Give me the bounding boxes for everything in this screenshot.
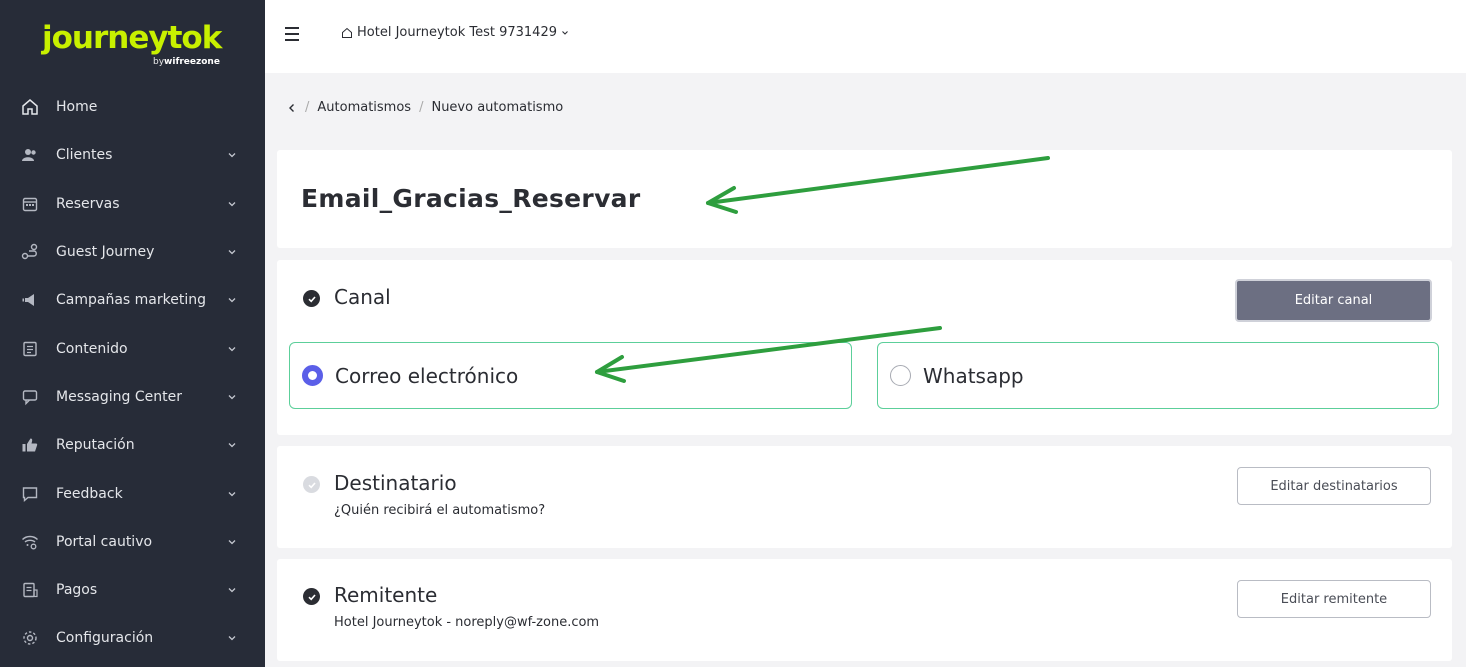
sidebar-item-contenido[interactable]: Contenido [0,324,265,372]
sidebar-item-label: Reservas [56,195,120,212]
sidebar-item-feedback[interactable]: Feedback [0,469,265,517]
sidebar-item-pagos[interactable]: Pagos [0,566,265,614]
automation-name-card: Email_Gracias_Reservar [277,150,1452,248]
breadcrumb-automatismos[interactable]: Automatismos [317,100,411,115]
sidebar-item-campanas-marketing[interactable]: Campañas marketing [0,276,265,324]
logo-byline: bywifreezone [153,57,220,67]
remitente-title: Remitente [334,583,438,607]
route-icon [21,243,39,261]
megaphone-icon [21,291,39,309]
chevron-down-icon [228,588,236,593]
sidebar-item-label: Clientes [56,147,113,164]
chevron-down-icon [228,346,236,352]
sidebar-item-messaging-center[interactable]: Messaging Center [0,373,265,421]
sidebar-item-label: Reputación [56,437,135,454]
chat-icon [21,388,39,406]
chevron-down-icon [228,250,236,255]
sidebar-item-home[interactable]: Home [0,83,265,131]
chevron-down-icon [228,153,236,158]
canal-card: Canal Editar canal Correo electrónico Wh… [277,260,1452,435]
channel-option-email[interactable]: Correo electrónico [289,342,852,409]
chevron-down-icon [228,394,236,400]
wifi-gear-icon [21,533,39,551]
destinatario-title: Destinatario [334,471,457,495]
topbar: Hotel Journeytok Test 9731429 [265,0,1466,73]
channel-option-label: Correo electrónico [335,363,519,388]
channel-option-whatsapp[interactable]: Whatsapp [877,342,1439,409]
hotel-selector[interactable]: Hotel Journeytok Test 9731429 [341,25,574,40]
remitente-subtitle: Hotel Journeytok - noreply@wf-zone.com [334,615,600,630]
chevron-down-icon [562,30,568,35]
sidebar-nav: Home Clientes Reservas Guest Journey Cam… [0,83,265,663]
breadcrumb: / Automatismos / Nuevo automatismo [287,100,563,115]
chevron-down-icon [228,636,236,641]
sidebar-item-label: Messaging Center [56,388,182,405]
comment-icon [21,485,39,503]
sidebar-item-clientes[interactable]: Clientes [0,131,265,179]
canal-title: Canal [334,285,391,309]
sidebar-item-configuracion[interactable]: Configuración [0,614,265,662]
hotel-name: Hotel Journeytok Test 9731429 [357,25,557,40]
sidebar-item-label: Campañas marketing [56,292,206,309]
chevron-left-icon[interactable] [287,102,297,114]
chevron-down-icon [228,443,236,448]
edit-destinatarios-button[interactable]: Editar destinatarios [1237,467,1431,505]
chevron-down-icon [228,298,236,303]
logo-text: journeytok [42,20,222,56]
destinatario-card: Destinatario ¿Quién recibirá el automati… [277,446,1452,548]
sidebar-item-portal-cautivo[interactable]: Portal cautivo [0,518,265,566]
sidebar-item-label: Portal cautivo [56,533,153,550]
menu-toggle-icon[interactable] [285,27,299,41]
chevron-down-icon [228,539,236,545]
check-circle-icon [303,476,320,493]
calendar-icon [21,195,39,213]
sidebar-item-reservas[interactable]: Reservas [0,180,265,228]
destinatario-subtitle: ¿Quién recibirá el automatismo? [334,503,546,518]
document-icon [21,340,39,358]
home-icon [21,98,39,116]
sidebar-item-label: Pagos [56,582,98,599]
thumbs-up-icon [21,436,39,454]
sidebar-item-reputacion[interactable]: Reputación [0,421,265,469]
sidebar-item-label: Feedback [56,485,123,502]
automation-name: Email_Gracias_Reservar [301,184,641,213]
check-circle-icon [303,290,320,307]
sidebar-item-label: Guest Journey [56,244,155,261]
channel-option-label: Whatsapp [923,363,1024,388]
home-icon [342,27,352,38]
radio-email[interactable] [302,365,323,386]
sidebar-item-label: Home [56,99,98,116]
edit-canal-button[interactable]: Editar canal [1235,279,1432,322]
check-circle-icon [303,588,320,605]
brand-logo[interactable]: journeytok bywifreezone [0,0,265,80]
gear-icon [21,629,39,647]
sidebar-item-guest-journey[interactable]: Guest Journey [0,228,265,276]
edit-remitente-button[interactable]: Editar remitente [1237,580,1431,618]
users-icon [21,146,39,164]
sidebar-item-label: Configuración [56,630,154,647]
remitente-card: Remitente Hotel Journeytok - noreply@wf-… [277,559,1452,661]
chevron-down-icon [228,201,236,207]
chevron-down-icon [228,491,236,496]
sidebar: journeytok bywifreezone Home Clientes Re… [0,0,265,667]
radio-whatsapp[interactable] [890,365,911,386]
receipt-icon [21,581,39,599]
sidebar-item-label: Contenido [56,340,128,357]
breadcrumb-current: Nuevo automatismo [431,100,564,115]
